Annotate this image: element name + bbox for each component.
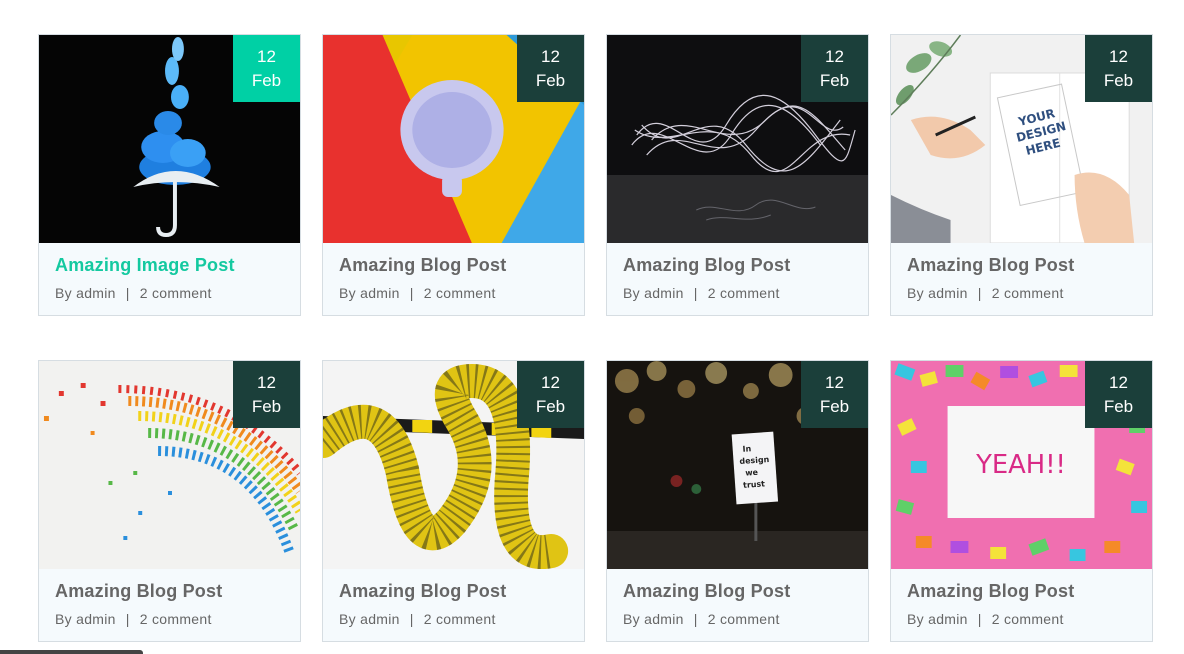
post-meta: By admin | 2 comment [339,611,568,627]
post-date-badge: 12 Feb [517,35,584,102]
post-title[interactable]: Amazing Image Post [55,255,284,276]
post-comments[interactable]: 2 comment [140,611,212,627]
post-date-month: Feb [251,396,282,416]
post-date-month: Feb [1103,396,1134,416]
post-meta: By admin | 2 comment [623,285,852,301]
post-title[interactable]: Amazing Blog Post [55,581,284,602]
post-author[interactable]: By admin [55,611,116,627]
post-comments[interactable]: 2 comment [424,611,496,627]
post-card[interactable]: 12 Feb Amazing Blog Post By admin | 2 comm… [322,34,585,316]
post-card[interactable]: 12 Feb Amazing Image Post By admin | 2 com… [38,34,301,316]
post-date-month: Feb [535,70,566,90]
post-thumbnail[interactable]: 12 Feb [39,35,300,243]
post-meta: By admin | 2 comment [907,285,1136,301]
post-card[interactable]: 12 Feb Amazing Blog Post By admin | 2 comm… [322,360,585,642]
meta-separator: | [693,285,698,301]
post-title[interactable]: Amazing Blog Post [623,581,852,602]
post-date-month: Feb [535,396,566,416]
meta-separator: | [409,285,414,301]
post-thumbnail[interactable]: 12 Feb [607,35,868,243]
post-card[interactable]: YOUR DESIGN HERE 12 Feb Amazing Blog Pos… [890,34,1153,316]
post-meta: By admin | 2 comment [339,285,568,301]
post-comments[interactable]: 2 comment [708,285,780,301]
post-date-month: Feb [1103,70,1134,90]
post-date-badge: 12 Feb [801,361,868,428]
meta-separator: | [409,611,414,627]
blog-post-grid: 12 Feb Amazing Image Post By admin | 2 com… [38,34,1153,642]
meta-separator: | [977,285,982,301]
yeah-text: YEAH!! [975,450,1066,480]
post-card[interactable]: 12 Feb Amazing Blog Post By admin | 2 comm… [38,360,301,642]
post-title[interactable]: Amazing Blog Post [339,255,568,276]
post-meta: By admin | 2 comment [907,611,1136,627]
meta-separator: | [693,611,698,627]
post-title[interactable]: Amazing Blog Post [339,581,568,602]
post-comments[interactable]: 2 comment [992,611,1064,627]
post-date-month: Feb [819,396,850,416]
post-author[interactable]: By admin [623,285,684,301]
post-date-month: Feb [251,70,282,90]
billboard-text-line: we [745,468,759,478]
post-date-day: 12 [541,46,560,66]
post-date-badge: 12 Feb [233,35,300,102]
post-title[interactable]: Amazing Blog Post [907,581,1136,602]
billboard-text-line: trust [743,479,766,490]
post-comments[interactable]: 2 comment [424,285,496,301]
billboard-text-line: In [742,444,752,454]
post-author[interactable]: By admin [623,611,684,627]
post-meta: By admin | 2 comment [55,285,284,301]
post-date-day: 12 [1109,46,1128,66]
post-comments[interactable]: 2 comment [140,285,212,301]
post-date-day: 12 [1109,372,1128,392]
post-thumbnail[interactable]: In design we trust 12 Feb [607,361,868,569]
post-author[interactable]: By admin [339,611,400,627]
post-date-badge: 12 Feb [1085,361,1152,428]
post-author[interactable]: By admin [907,611,968,627]
post-author[interactable]: By admin [55,285,116,301]
post-thumbnail[interactable]: 12 Feb [39,361,300,569]
post-thumbnail[interactable]: 12 Feb [323,35,584,243]
post-date-day: 12 [257,46,276,66]
post-date-day: 12 [825,46,844,66]
post-card[interactable]: 12 Feb Amazing Blog Post By admin | 2 comm… [606,34,869,316]
post-date-badge: 12 Feb [1085,35,1152,102]
post-date-day: 12 [541,372,560,392]
post-meta: By admin | 2 comment [55,611,284,627]
post-date-month: Feb [819,70,850,90]
post-date-badge: 12 Feb [801,35,868,102]
meta-separator: | [125,611,130,627]
post-card[interactable]: In design we trust 12 Feb Amazing Blog P… [606,360,869,642]
post-meta: By admin | 2 comment [623,611,852,627]
post-thumbnail[interactable]: YEAH!! 12 Feb [891,361,1152,569]
post-date-day: 12 [257,372,276,392]
meta-separator: | [977,611,982,627]
post-title[interactable]: Amazing Blog Post [623,255,852,276]
post-comments[interactable]: 2 comment [708,611,780,627]
post-date-badge: 12 Feb [517,361,584,428]
meta-separator: | [125,285,130,301]
post-thumbnail[interactable]: 12 Feb [323,361,584,569]
post-author[interactable]: By admin [907,285,968,301]
post-thumbnail[interactable]: YOUR DESIGN HERE 12 Feb [891,35,1152,243]
post-card[interactable]: YEAH!! 12 Feb Amazing Blog Post By admin… [890,360,1153,642]
post-date-badge: 12 Feb [233,361,300,428]
post-title[interactable]: Amazing Blog Post [907,255,1136,276]
post-comments[interactable]: 2 comment [992,285,1064,301]
post-date-day: 12 [825,372,844,392]
bottom-scroll-bar [0,650,143,654]
post-author[interactable]: By admin [339,285,400,301]
